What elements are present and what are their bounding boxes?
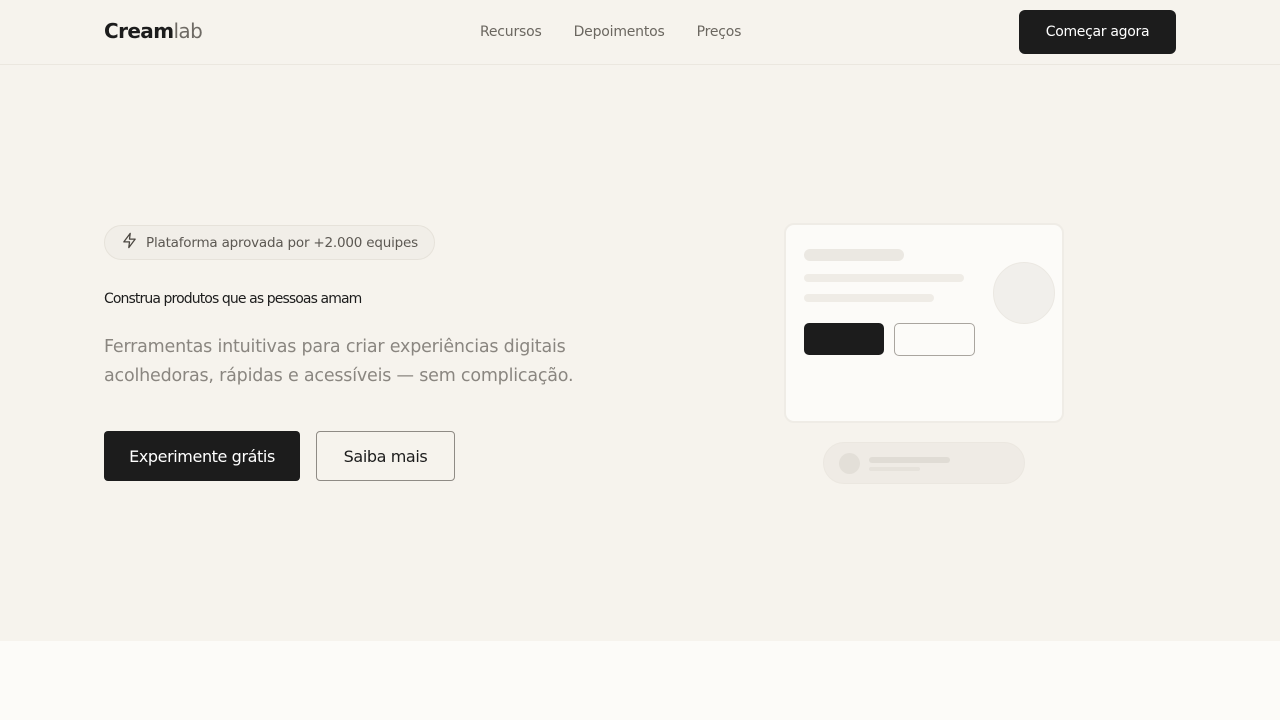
learn-more-button[interactable]: Saiba mais bbox=[316, 431, 455, 481]
next-section bbox=[0, 641, 1280, 720]
hero-section: Plataforma aprovada por +2.000 equipes C… bbox=[0, 65, 1280, 641]
badge-text: Plataforma aprovada por +2.000 equipes bbox=[146, 234, 418, 251]
logo[interactable]: Creamlab bbox=[104, 19, 203, 43]
logo-bold-text: Cream bbox=[104, 19, 174, 43]
skeleton-line bbox=[869, 467, 920, 471]
skeleton-line bbox=[804, 274, 964, 282]
main-nav: Recursos Depoimentos Preços bbox=[480, 24, 741, 40]
skeleton-dot bbox=[839, 453, 860, 474]
start-now-button[interactable]: Começar agora bbox=[1019, 10, 1176, 54]
skeleton-title bbox=[804, 249, 904, 261]
nav-link-recursos[interactable]: Recursos bbox=[480, 24, 542, 40]
nav-link-depoimentos[interactable]: Depoimentos bbox=[574, 24, 665, 40]
lightning-icon bbox=[121, 232, 138, 253]
illustration-card bbox=[784, 223, 1064, 423]
skeleton-secondary-button bbox=[894, 323, 975, 356]
logo-light-text: lab bbox=[173, 19, 203, 43]
approval-badge: Plataforma aprovada por +2.000 equipes bbox=[104, 225, 435, 260]
hero-title: Construa produtos que as pessoas amam bbox=[104, 291, 362, 307]
skeleton-primary-button bbox=[804, 323, 884, 355]
hero-description: Ferramentas intuitivas para criar experi… bbox=[104, 337, 574, 386]
site-header: Creamlab Recursos Depoimentos Preços Com… bbox=[0, 0, 1280, 65]
illustration-pill bbox=[823, 442, 1025, 484]
page: Creamlab Recursos Depoimentos Preços Com… bbox=[0, 0, 1280, 720]
skeleton-line bbox=[869, 457, 950, 463]
skeleton-avatar bbox=[993, 262, 1055, 324]
nav-link-precos[interactable]: Preços bbox=[697, 24, 742, 40]
try-free-button[interactable]: Experimente grátis bbox=[104, 431, 300, 481]
skeleton-line bbox=[804, 294, 934, 302]
